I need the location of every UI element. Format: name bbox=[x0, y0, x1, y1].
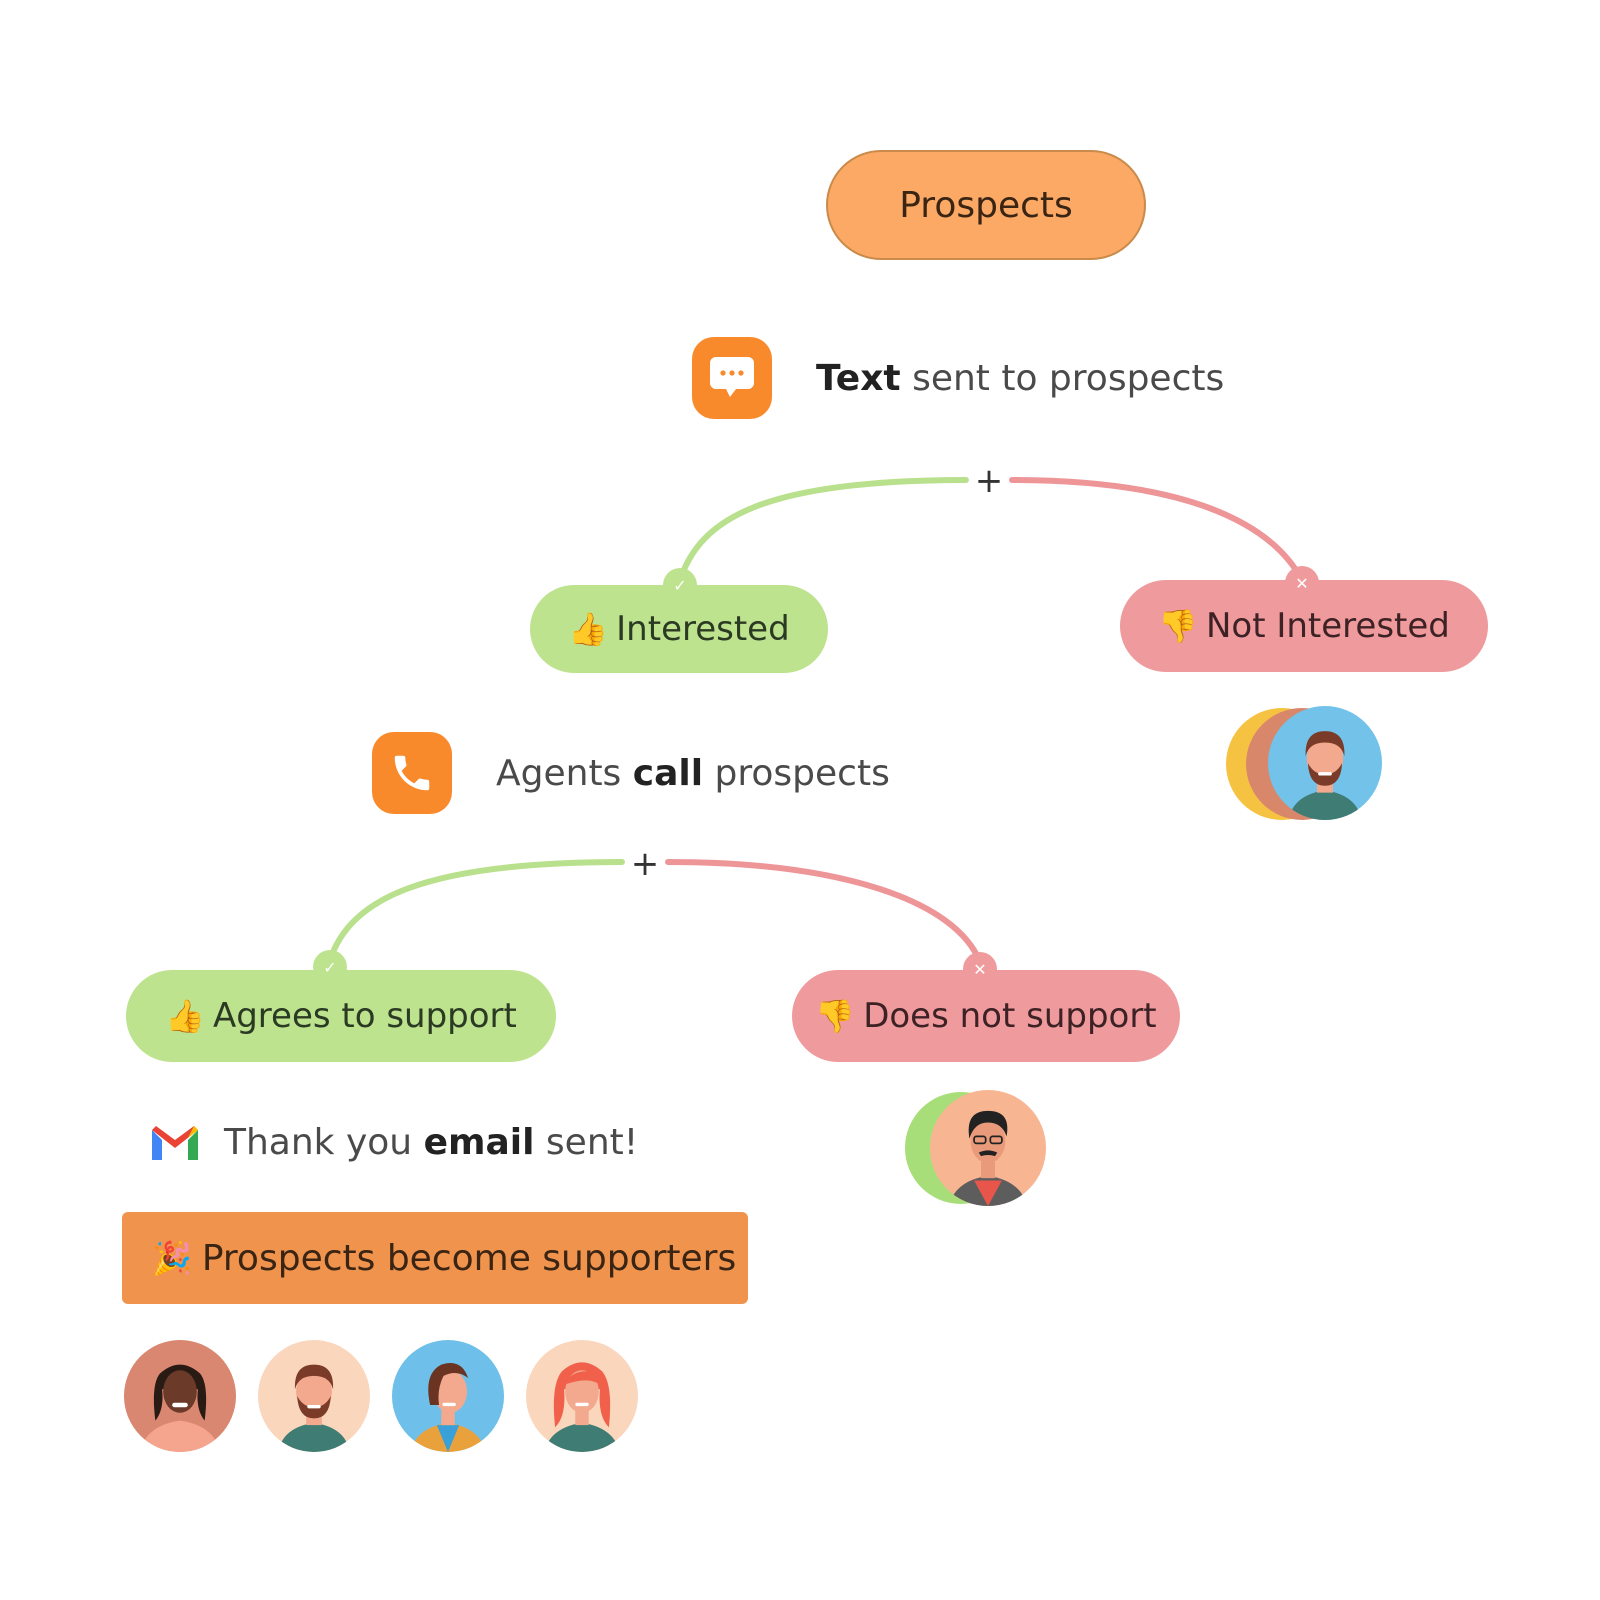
thumbs-up-icon: 👍 bbox=[165, 997, 205, 1035]
agrees-label: Agrees to support bbox=[212, 996, 517, 1036]
check-icon: ✓ bbox=[313, 950, 347, 984]
connector-agrees bbox=[327, 859, 625, 963]
x-icon: ✕ bbox=[1285, 566, 1319, 600]
x-icon: ✕ bbox=[963, 952, 997, 986]
party-popper-icon: 🎉 bbox=[152, 1239, 192, 1277]
connector-not-interested bbox=[1009, 477, 1305, 583]
gmail-icon bbox=[150, 1124, 200, 1162]
step-email-sent: Thank you email sent! bbox=[150, 1122, 638, 1163]
thumbs-down-icon: 👎 bbox=[815, 997, 856, 1035]
avatar-supporter-2 bbox=[258, 1340, 370, 1452]
does-not-support-label: Does not support bbox=[863, 996, 1157, 1036]
thumbs-down-icon: 👎 bbox=[1158, 607, 1198, 645]
result-label: Prospects become supporters bbox=[201, 1237, 737, 1279]
connector-interested bbox=[677, 477, 969, 583]
step-agents-call: Agents call prospects bbox=[372, 732, 890, 814]
thumbs-up-icon: 👍 bbox=[568, 610, 609, 648]
interested-label: Interested bbox=[616, 609, 790, 649]
prospects-become-supporters-node[interactable]: 🎉 Prospects become supporters bbox=[122, 1212, 748, 1304]
avatar-supporter-1 bbox=[124, 1340, 236, 1452]
step1-text: sent to prospects bbox=[900, 357, 1225, 399]
connector-does-not-support bbox=[665, 859, 983, 965]
step2-text: prospects bbox=[703, 752, 890, 794]
step3-pre: Thank you bbox=[224, 1122, 424, 1163]
phone-icon bbox=[372, 732, 452, 814]
not-interested-label: Not Interested bbox=[1205, 606, 1450, 646]
avatar-man-glasses bbox=[930, 1090, 1046, 1206]
avatar-supporter-4 bbox=[526, 1340, 638, 1452]
step3-text: sent! bbox=[534, 1122, 639, 1163]
agrees-to-support-node[interactable]: 👍 Agrees to support bbox=[126, 970, 556, 1062]
step2-bold: call bbox=[632, 752, 704, 794]
chat-bubble-icon bbox=[692, 337, 772, 419]
add-branch-plus[interactable]: + bbox=[975, 464, 1004, 498]
check-icon: ✓ bbox=[663, 568, 697, 602]
step1-bold: Text bbox=[816, 357, 901, 399]
prospects-node[interactable]: Prospects bbox=[826, 150, 1146, 260]
avatar-supporter-3 bbox=[392, 1340, 504, 1452]
step3-bold: email bbox=[423, 1122, 535, 1163]
avatar-bearded-man bbox=[1268, 706, 1382, 820]
step-text-sent: Text sent to prospects bbox=[692, 337, 1224, 419]
prospects-label: Prospects bbox=[899, 184, 1073, 226]
step2-pre: Agents bbox=[496, 752, 633, 794]
add-branch-plus-2[interactable]: + bbox=[631, 847, 660, 881]
